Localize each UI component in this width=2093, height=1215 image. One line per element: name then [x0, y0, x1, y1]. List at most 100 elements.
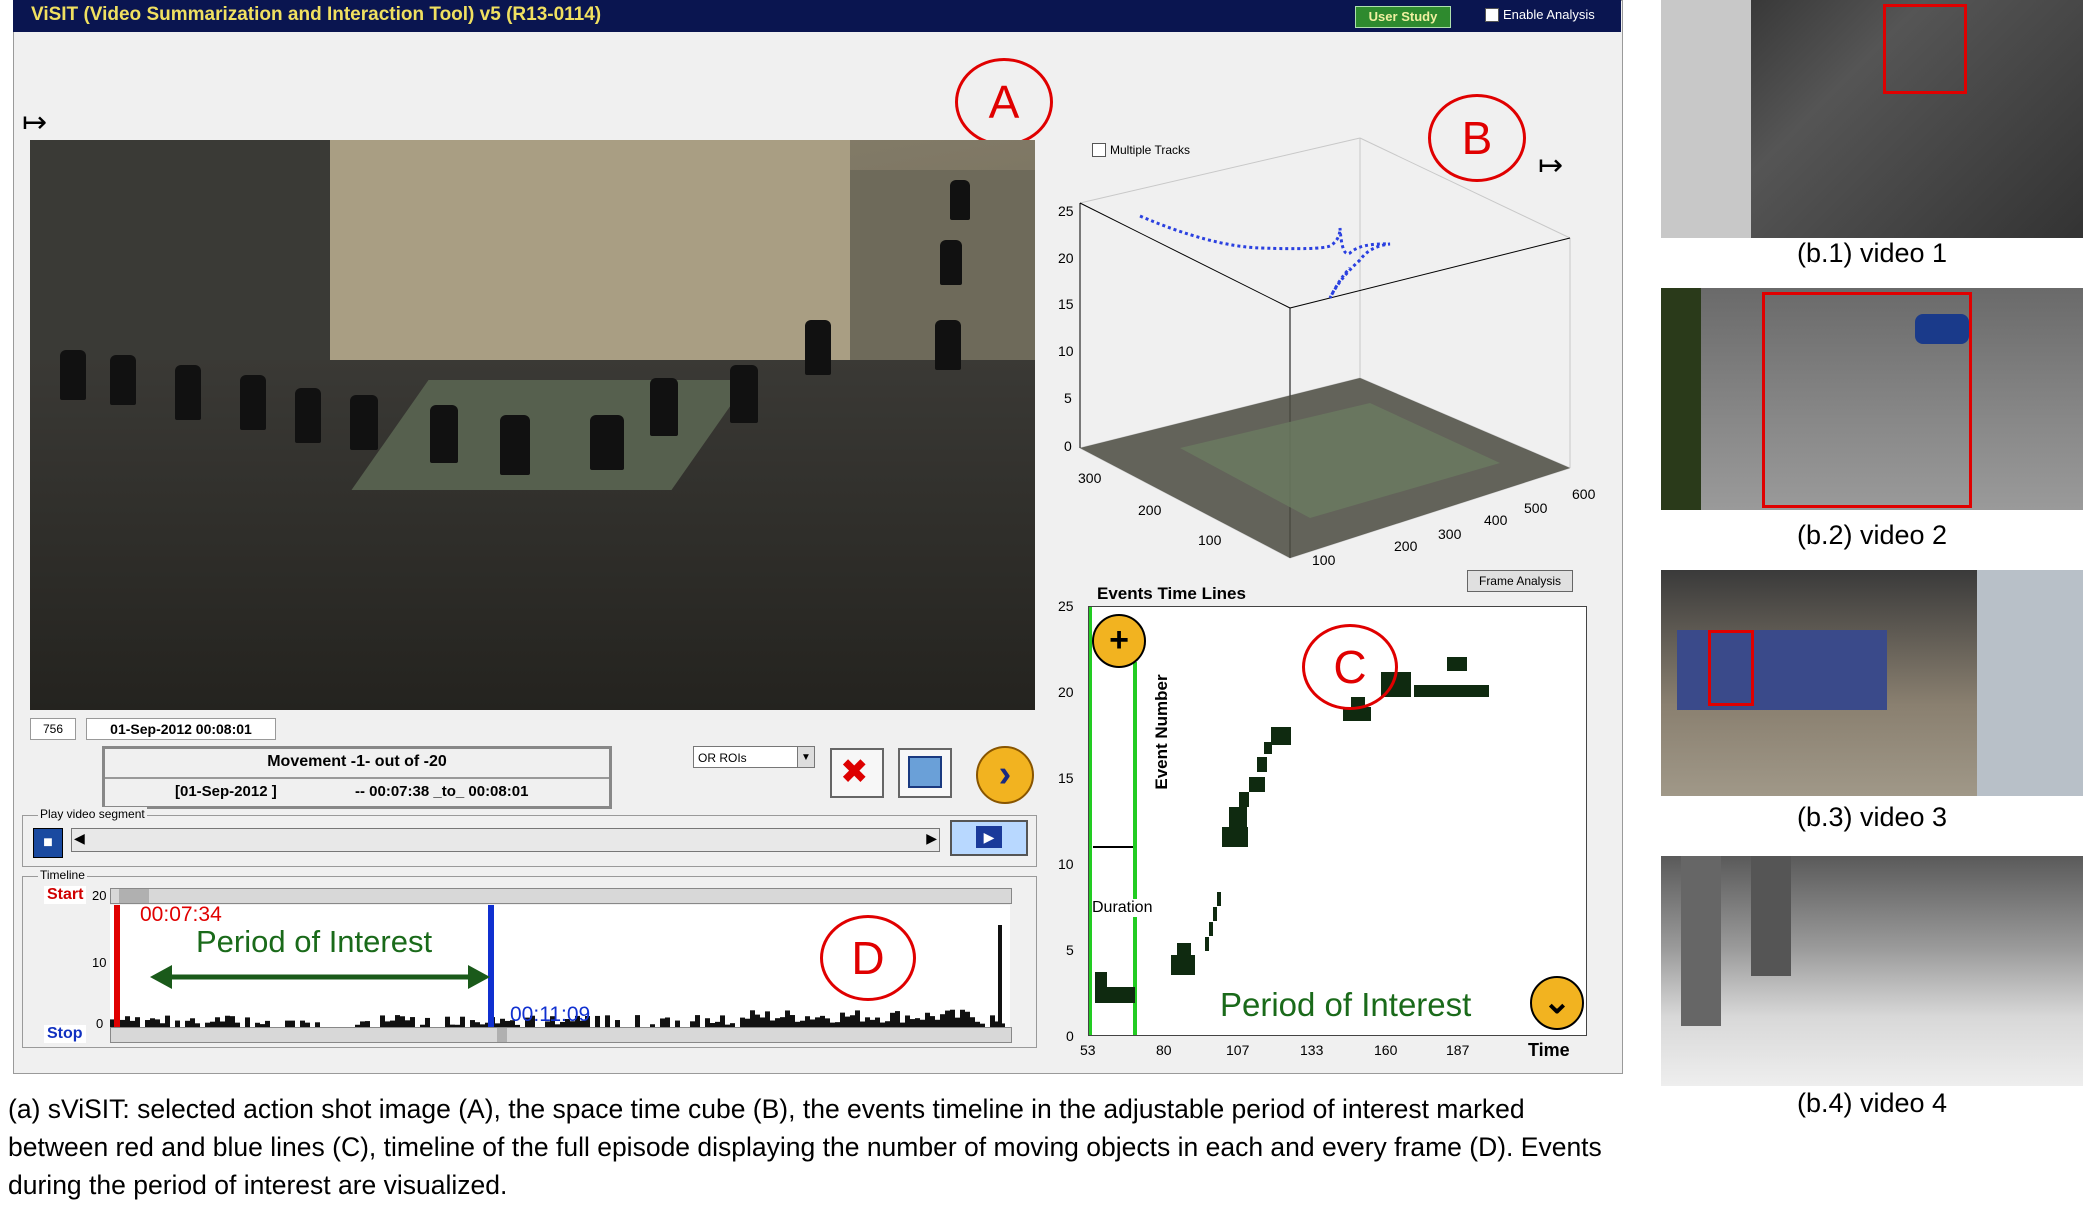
event-bar: [1095, 972, 1107, 987]
movement-title: Movement -1- out of -20: [267, 753, 447, 770]
enable-analysis-label: Enable Analysis: [1503, 7, 1595, 22]
timeline-stop-slider[interactable]: [110, 1027, 1012, 1043]
ev-ytick-10: 10: [1058, 856, 1074, 872]
timeline-bar: [930, 1016, 935, 1027]
video-3-caption: (b.3) video 3: [1796, 802, 1948, 832]
timeline-bar: [850, 1015, 855, 1027]
poi-start-line: [1089, 607, 1092, 1035]
frame-date-field: 01-Sep-2012 00:08:01: [86, 718, 276, 740]
segment-slider[interactable]: ◀ ▶: [71, 828, 940, 852]
timeline-bar: [990, 1015, 995, 1027]
timeline-label: Timeline: [38, 868, 87, 882]
timeline-bar: [970, 1017, 975, 1027]
marker-d: D: [820, 915, 916, 1001]
timeline-bar: [845, 1016, 850, 1027]
timeline-start-slider[interactable]: [110, 888, 1012, 904]
video-1-caption: (b.1) video 1: [1796, 238, 1948, 268]
user-study-button[interactable]: User Study: [1355, 6, 1451, 28]
chevron-down-icon: ⌄: [1542, 983, 1572, 1021]
start-label: Start: [44, 886, 87, 904]
chevron-right-icon: ›: [998, 753, 1012, 795]
timeline-bar: [915, 1018, 920, 1027]
timeline-bar: [120, 1019, 125, 1027]
frame-analysis-button[interactable]: Frame Analysis: [1467, 570, 1573, 592]
movement-date: [01-Sep-2012 ]: [175, 783, 277, 800]
timeline-bar: [785, 1010, 790, 1027]
timeline-bar: [895, 1011, 900, 1027]
scroll-down-button[interactable]: ⌄: [1530, 976, 1584, 1030]
event-bar: [1229, 807, 1247, 827]
timeline-bar: [380, 1015, 385, 1027]
app-title: ViSIT (Video Summarization and Interacti…: [31, 4, 602, 25]
stop-icon: ■: [43, 834, 53, 851]
chevron-down-icon: ▼: [797, 747, 814, 767]
timeline-bar: [740, 1017, 745, 1027]
next-movement-button[interactable]: ›: [976, 746, 1034, 804]
ev-xlabel: Time: [1528, 1040, 1570, 1060]
timeline-bar: [875, 1017, 880, 1027]
timeline-bar: [765, 1011, 770, 1027]
timeline-bar: [810, 1019, 815, 1027]
event-bar: [1264, 742, 1272, 754]
ev-ytick-0: 0: [1066, 1028, 1074, 1044]
movement-info-panel: Movement -1- out of -20 [01-Sep-2012 ] -…: [102, 746, 612, 809]
plus-up-icon: +: [1109, 621, 1129, 659]
timeline-bar: [998, 925, 1002, 1027]
timeline-bar: [775, 1018, 780, 1027]
ev-xtick-160: 160: [1374, 1042, 1398, 1058]
ev-ytick-20: 20: [1058, 684, 1074, 700]
video-3-roi: [1708, 630, 1754, 706]
start-slider-thumb[interactable]: [119, 889, 149, 903]
event-bar: [1257, 757, 1267, 772]
cube-ztick-10: 10: [1058, 343, 1074, 359]
cube-xtick-600: 600: [1572, 486, 1596, 502]
export-icon[interactable]: ↦: [22, 105, 47, 140]
video-4-thumbnail: [1661, 856, 2083, 1086]
timeline-bar: [395, 1015, 400, 1027]
timeline-bar: [215, 1017, 220, 1027]
stop-slider-thumb[interactable]: [497, 1028, 507, 1042]
ev-ytick-25: 25: [1058, 598, 1074, 614]
cube-ytick-300: 300: [1078, 470, 1102, 486]
timeline-bar: [950, 1009, 955, 1027]
slider-right-arrow-icon[interactable]: ▶: [926, 830, 937, 847]
roi-mode-select[interactable]: OR ROIs ▼: [693, 746, 815, 768]
timeline-bar: [870, 1019, 875, 1027]
timeline-bar: [890, 1012, 895, 1027]
enable-analysis-checkbox[interactable]: [1485, 8, 1499, 22]
cube-xtick-100: 100: [1312, 552, 1336, 568]
timeline-bar: [460, 1016, 465, 1027]
tl-ytick-20: 20: [92, 888, 107, 903]
play-segment-button[interactable]: ▶: [950, 820, 1028, 856]
play-icon: ▶: [976, 826, 1002, 848]
timeline-bar: [920, 1019, 925, 1027]
timeline-bar: [865, 1017, 870, 1027]
draw-roi-button[interactable]: [898, 748, 952, 798]
timeline-bar: [445, 1016, 450, 1027]
ev-xtick-133: 133: [1300, 1042, 1324, 1058]
scroll-up-button[interactable]: +: [1092, 614, 1146, 668]
figure-caption: (a) sViSIT: selected action shot image (…: [8, 1094, 1602, 1200]
stop-segment-button[interactable]: ■: [33, 828, 63, 858]
timeline-bar: [150, 1018, 155, 1027]
timeline-bar: [815, 1017, 820, 1027]
timeline-bar: [125, 1016, 130, 1027]
timeline-bar: [245, 1017, 250, 1027]
ev-ytick-15: 15: [1058, 770, 1074, 786]
cube-xtick-400: 400: [1484, 512, 1508, 528]
event-bar: [1249, 777, 1265, 792]
events-poi-label: Period of Interest: [1220, 986, 1472, 1023]
slider-left-arrow-icon[interactable]: ◀: [74, 830, 85, 847]
action-shot-image: [30, 140, 1035, 710]
marker-a: A: [955, 58, 1053, 146]
timeline-bar: [605, 1015, 610, 1027]
ev-ylabel: Event Number: [1152, 674, 1171, 790]
ev-xtick-187: 187: [1446, 1042, 1470, 1058]
timeline-bar: [820, 1015, 825, 1027]
clear-selection-button[interactable]: ✖: [830, 748, 884, 798]
event-bar: [1414, 685, 1489, 697]
cube-ztick-15: 15: [1058, 296, 1074, 312]
event-bar: [1271, 727, 1291, 745]
ev-xtick-107: 107: [1226, 1042, 1250, 1058]
timeline-bar: [405, 1020, 410, 1027]
